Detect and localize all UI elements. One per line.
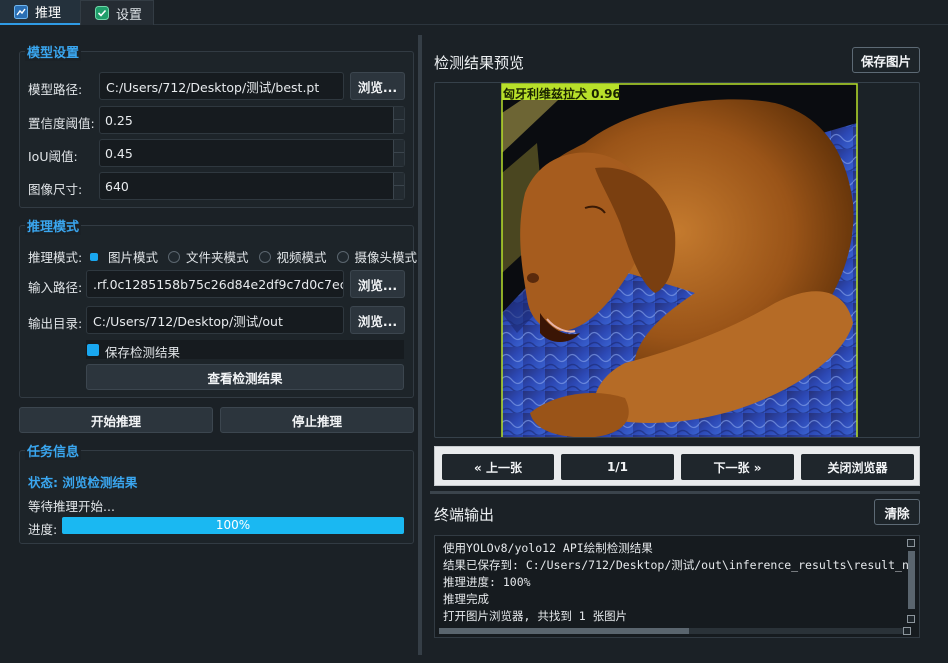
status-text: 状态: 浏览检测结果 [28,475,138,490]
mode-label: 推理模式: [28,250,83,265]
save-image-button[interactable]: 保存图片 [852,47,920,73]
view-results-button[interactable]: 查看检测结果 [86,364,404,390]
model-browse-button[interactable]: 浏览... [350,72,405,100]
scrollbar-thumb[interactable] [908,551,915,609]
save-results-label: 保存检测结果 [105,345,181,360]
mode-folder-label: 文件夹模式 [186,250,249,265]
detection-label: 匈牙利维兹拉犬 0.96 [503,87,621,101]
splitter-handle[interactable] [418,35,422,655]
radio-indicator [168,250,181,263]
input-browse-button[interactable]: 浏览... [350,270,405,298]
tab-inference[interactable]: 推理 [0,0,80,25]
mode-video-label: 视频模式 [276,250,327,265]
iou-label: IoU阈值: [28,149,78,164]
mode-video-radio[interactable]: 视频模式 [258,247,327,266]
mode-camera-label: 摄像头模式 [354,250,418,265]
progress-label: 进度: [28,522,58,537]
detection-image [501,83,858,437]
output-dir-field[interactable]: C:/Users/712/Desktop/测试/out [86,306,344,334]
radio-selected-indicator [90,252,98,261]
scrollbar-thumb[interactable] [439,628,689,634]
task-info-title: 任务信息 [25,441,82,460]
chart-icon [14,4,28,19]
mode-radio-group: 图片模式 文件夹模式 视频模式 摄像头模式 [88,247,417,266]
input-path-field[interactable]: .rf.0c1285158b75c26d84e2df9c7d0c7ec8.jpg [86,270,344,298]
vertical-scrollbar[interactable] [907,539,916,627]
terminal-line: 推理进度: 100% [443,575,531,589]
terminal-output[interactable]: 使用YOLOv8/yolo12 API绘制检测结果 结果已保存到: C:/Use… [434,535,920,638]
model-path-label: 模型路径: [28,82,83,97]
terminal-line: 结果已保存到: C:/Users/712/Desktop/测试/out\infe… [443,558,909,572]
confidence-value: 0.25 [105,113,133,128]
tab-settings[interactable]: 设置 [80,0,154,25]
terminal-title: 终端输出 [434,506,495,524]
iou-spinbox[interactable]: 0.45 [99,139,405,167]
confidence-stepper[interactable] [393,107,404,133]
save-results-checkbox[interactable] [87,344,99,356]
mode-image-radio[interactable]: 图片模式 [88,247,158,266]
tab-inference-label: 推理 [35,6,62,21]
image-size-value: 640 [105,179,129,194]
splitter-handle-horizontal[interactable] [430,491,920,494]
close-browser-button[interactable]: 关闭浏览器 [801,454,914,480]
image-size-stepper[interactable] [393,173,404,199]
output-dir-label: 输出目录: [28,316,83,331]
model-settings-title: 模型设置 [25,42,82,61]
next-image-button[interactable]: 下一张 » [681,454,794,480]
scroll-corner-icon [903,627,911,635]
tab-settings-label: 设置 [116,7,143,23]
iou-stepper[interactable] [393,140,404,166]
iou-value: 0.45 [105,146,133,161]
confidence-label: 置信度阈值: [28,116,95,131]
start-inference-button[interactable]: 开始推理 [19,407,213,433]
model-path-field[interactable]: C:/Users/712/Desktop/测试/best.pt [99,72,344,100]
tab-bar: 推理 设置 [0,0,948,25]
radio-indicator [258,250,271,263]
image-navigator: « 上一张 1/1 下一张 » 关闭浏览器 [434,446,920,486]
preview-title: 检测结果预览 [434,54,525,72]
progress-text: 100% [215,518,251,532]
horizontal-scrollbar[interactable] [439,628,907,634]
terminal-line: 推理完成 [443,592,489,606]
radio-indicator [336,250,349,263]
page-indicator: 1/1 [561,454,674,480]
clear-terminal-button[interactable]: 清除 [874,499,920,525]
inference-mode-title: 推理模式 [25,216,82,235]
mode-folder-radio[interactable]: 文件夹模式 [168,247,249,266]
confidence-spinbox[interactable]: 0.25 [99,106,405,134]
checkbox-icon [95,6,109,20]
progress-bar: 100% [62,517,404,534]
image-size-label: 图像尺寸: [28,182,83,197]
stop-inference-button[interactable]: 停止推理 [220,407,414,433]
terminal-line: 使用YOLOv8/yolo12 API绘制检测结果 [443,541,653,555]
mode-camera-radio[interactable]: 摄像头模式 [336,247,418,266]
image-size-spinbox[interactable]: 640 [99,172,405,200]
prev-image-button[interactable]: « 上一张 [442,454,554,480]
terminal-line: 打开图片浏览器, 共找到 1 张图片 [443,609,628,623]
preview-area: 匈牙利维兹拉犬 0.96 [434,82,920,438]
mode-image-label: 图片模式 [108,250,159,265]
scroll-down-icon[interactable] [907,615,915,623]
message-text: 等待推理开始... [28,499,115,514]
scroll-up-icon[interactable] [907,539,915,547]
input-path-label: 输入路径: [28,280,83,295]
output-browse-button[interactable]: 浏览... [350,306,405,334]
